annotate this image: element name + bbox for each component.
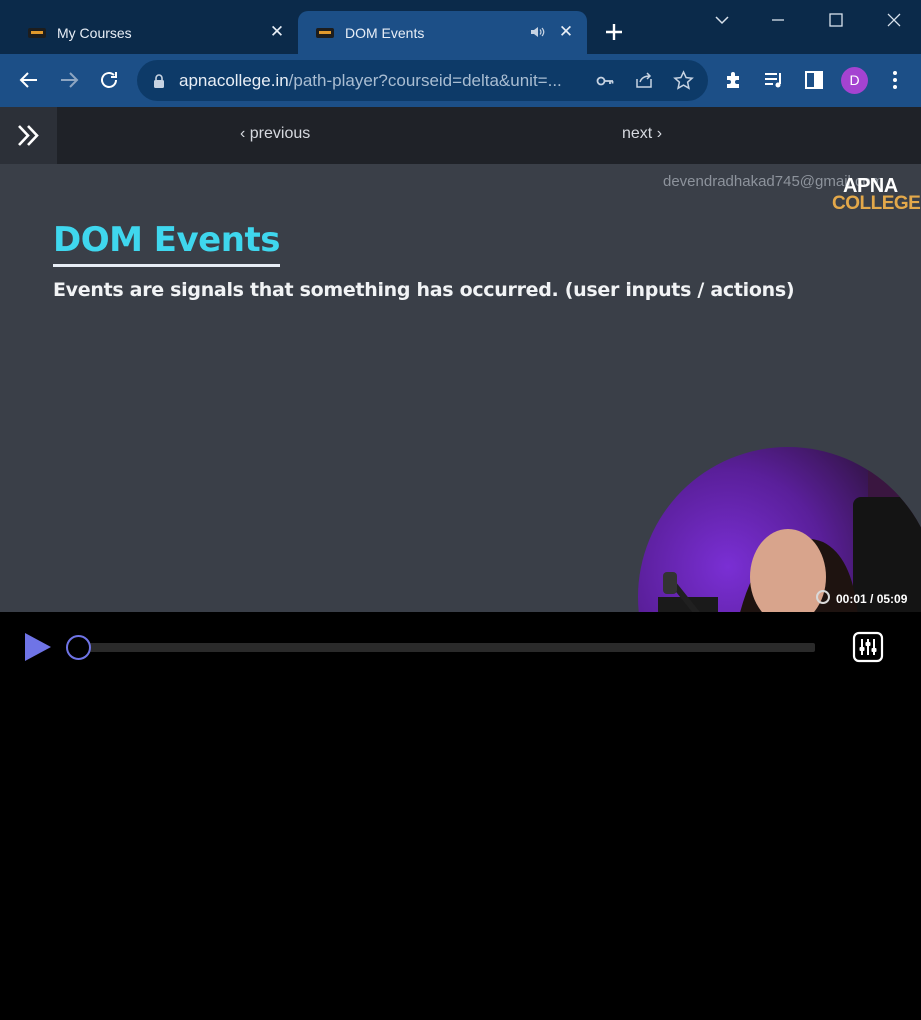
minimize-icon[interactable] <box>768 10 788 30</box>
tab-title: DOM Events <box>345 24 425 41</box>
close-icon[interactable]: ✕ <box>268 23 286 41</box>
window-close-icon[interactable] <box>884 10 904 30</box>
previous-link[interactable]: ‹ previous <box>240 125 310 143</box>
next-link[interactable]: next › <box>622 125 662 143</box>
presenter-illustration <box>658 467 921 612</box>
profile-avatar[interactable]: D <box>841 67 868 94</box>
tab-title: My Courses <box>57 24 132 41</box>
maximize-icon[interactable] <box>826 10 846 30</box>
address-bar[interactable]: apnacollege.in/path-player?courseid=delt… <box>137 60 708 101</box>
seek-bar[interactable] <box>78 643 815 652</box>
tab-dom-events[interactable]: DOM Events ✕ <box>298 11 587 54</box>
browser-toolbar: apnacollege.in/path-player?courseid=delt… <box>0 54 921 107</box>
share-icon[interactable] <box>634 70 654 90</box>
slide-title: DOM Events <box>53 220 280 267</box>
video-timecode: 00:01 / 05:09 <box>836 592 908 606</box>
logo-line-2: COLLEGE <box>832 193 921 214</box>
url-host: apnacollege.in <box>179 71 289 90</box>
play-icon[interactable] <box>24 632 52 662</box>
previous-label: previous <box>249 125 311 142</box>
key-icon[interactable] <box>595 71 615 91</box>
side-panel-icon[interactable] <box>802 68 826 92</box>
url-path: /path-player?courseid=delta&unit=... <box>288 71 562 90</box>
player-empty-area <box>0 682 921 1020</box>
media-queue-icon[interactable] <box>762 68 786 92</box>
video-frame[interactable]: devendradhakad745@gmail.com APNA COLLEGE… <box>0 164 921 612</box>
seek-handle[interactable] <box>66 635 91 660</box>
extensions-puzzle-icon[interactable] <box>722 68 746 92</box>
star-bookmark-icon[interactable] <box>673 70 694 91</box>
forward-arrow-icon[interactable] <box>57 68 81 92</box>
chevron-left-icon: ‹ <box>240 125 246 142</box>
expand-sidebar-button[interactable] <box>0 107 57 164</box>
lock-icon[interactable] <box>152 73 166 89</box>
chevron-right-icon: › <box>656 125 663 142</box>
double-chevron-right-icon <box>18 125 39 146</box>
reload-icon[interactable] <box>97 68 121 92</box>
tab-search-chevron-icon[interactable] <box>712 10 732 30</box>
tab-my-courses[interactable]: My Courses ✕ <box>0 11 298 54</box>
apna-college-logo: APNA COLLEGE <box>832 176 921 214</box>
slide-text: Events are signals that something has oc… <box>53 279 795 301</box>
back-arrow-icon[interactable] <box>17 68 41 92</box>
apna-college-favicon-icon <box>316 27 334 38</box>
close-icon[interactable]: ✕ <box>557 23 575 41</box>
apna-college-favicon-icon <box>28 27 46 38</box>
player-controls <box>0 612 921 682</box>
kebab-menu-icon[interactable] <box>883 68 907 92</box>
browser-tabstrip: My Courses ✕ DOM Events ✕ <box>0 0 921 54</box>
presenter-webcam <box>638 447 921 612</box>
equalizer-settings-icon[interactable] <box>852 631 884 663</box>
next-label: next <box>622 125 653 142</box>
lesson-navigation-bar: ‹ previous next › <box>0 107 921 164</box>
url-text: apnacollege.in/path-player?courseid=delt… <box>179 71 562 91</box>
new-tab-plus-icon[interactable] <box>602 20 626 44</box>
speaker-icon[interactable] <box>529 23 545 41</box>
